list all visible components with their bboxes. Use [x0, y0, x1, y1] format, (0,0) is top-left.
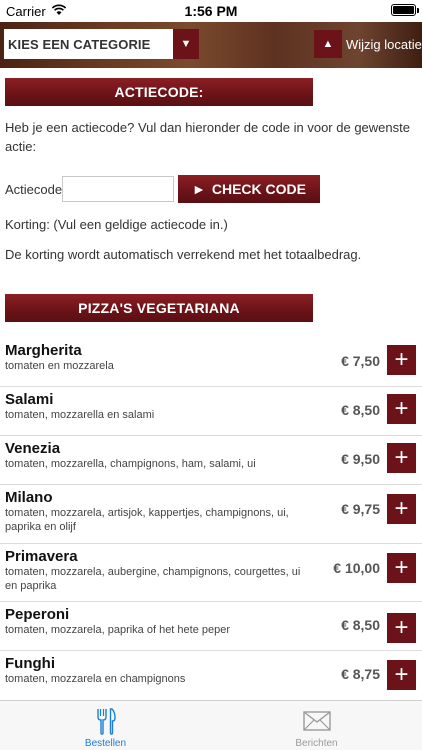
section-title: PIZZA'S VEGETARIANA — [78, 300, 240, 316]
envelope-icon — [302, 707, 331, 735]
item-price: € 8,50 — [341, 402, 380, 418]
category-select[interactable]: KIES EEN CATEGORIE ▼ — [4, 29, 199, 59]
header-bar: KIES EEN CATEGORIE ▼ ▲ Wijzig locatie — [0, 22, 422, 68]
item-name: Milano — [5, 489, 53, 506]
change-location-link[interactable]: Wijzig locatie — [346, 37, 422, 52]
chevron-down-icon[interactable]: ▼ — [173, 29, 199, 59]
status-right — [391, 4, 419, 16]
menu-item[interactable]: Venezia tomaten, mozzarella, champignons… — [0, 436, 422, 485]
item-description: tomaten, mozzarela, paprika of het hete … — [5, 624, 231, 636]
check-code-button[interactable]: ► CHECK CODE — [178, 175, 320, 203]
menu-item[interactable]: Funghi tomaten, mozzarela en champignons… — [0, 651, 422, 704]
discount-note: De korting wordt automatisch verrekend m… — [5, 247, 362, 262]
item-name: Venezia — [5, 440, 61, 457]
status-time: 1:56 PM — [184, 3, 238, 19]
menu-item[interactable]: Primavera tomaten, mozzarela, aubergine,… — [0, 544, 422, 602]
item-price: € 10,00 — [333, 560, 380, 576]
menu-list: Margherita tomaten en mozzarela € 7,50 +… — [0, 338, 422, 704]
item-price: € 9,75 — [341, 501, 380, 517]
item-price: € 8,50 — [341, 617, 380, 633]
item-price: € 7,50 — [341, 353, 380, 369]
add-to-cart-button[interactable]: + — [387, 660, 416, 690]
add-to-cart-button[interactable]: + — [387, 394, 416, 424]
item-description: tomaten, mozzarela, artisjok, kappertjes… — [5, 507, 289, 533]
add-to-cart-button[interactable]: + — [387, 553, 416, 583]
menu-item[interactable]: Margherita tomaten en mozzarela € 7,50 + — [0, 338, 422, 387]
add-to-cart-button[interactable]: + — [387, 613, 416, 643]
item-description: tomaten, mozzarella en salami — [5, 409, 155, 421]
item-price: € 8,75 — [341, 666, 380, 682]
battery-icon — [391, 4, 419, 16]
item-description: tomaten, mozzarela, aubergine, champigno… — [5, 566, 301, 592]
fork-knife-icon — [95, 707, 117, 735]
tab-bestellen-label: Bestellen — [84, 738, 127, 749]
item-price: € 9,50 — [341, 451, 380, 467]
tab-berichten-label: Berichten — [295, 738, 338, 749]
status-bar: Carrier 1:56 PM — [0, 0, 422, 22]
item-name: Peperoni — [5, 606, 70, 623]
tab-berichten[interactable]: Berichten — [211, 701, 422, 750]
promo-code-label: Actiecode — [5, 182, 63, 197]
promo-title-bar: ACTIECODE: — [5, 78, 313, 106]
promo-code-input[interactable] — [62, 176, 174, 202]
item-name: Primavera — [5, 548, 78, 565]
item-name: Salami — [5, 391, 54, 408]
promo-title: ACTIECODE: — [114, 84, 204, 100]
item-description: tomaten, mozzarella, champignons, ham, s… — [5, 458, 256, 470]
item-name: Margherita — [5, 342, 82, 359]
tab-bestellen[interactable]: Bestellen — [0, 701, 211, 750]
tab-bar: Bestellen Berichten — [0, 700, 422, 750]
promo-intro: Heb je een actiecode? Vul dan hieronder … — [5, 120, 410, 154]
item-name: Funghi — [5, 655, 55, 672]
category-select-label: KIES EEN CATEGORIE — [8, 36, 151, 52]
play-icon: ► — [192, 181, 206, 197]
add-to-cart-button[interactable]: + — [387, 345, 416, 375]
location-toggle-button[interactable]: ▲ — [314, 30, 342, 58]
add-to-cart-button[interactable]: + — [387, 443, 416, 473]
menu-item[interactable]: Salami tomaten, mozzarella en salami € 8… — [0, 387, 422, 436]
discount-text: Korting: (Vul een geldige actiecode in.) — [5, 217, 228, 232]
menu-item[interactable]: Peperoni tomaten, mozzarela, paprika of … — [0, 602, 422, 651]
menu-item[interactable]: Milano tomaten, mozzarela, artisjok, kap… — [0, 485, 422, 544]
check-code-label: CHECK CODE — [211, 181, 306, 197]
item-description: tomaten, mozzarela en champignons — [5, 673, 186, 685]
item-description: tomaten en mozzarela — [5, 360, 114, 372]
triangle-up-icon: ▲ — [322, 38, 334, 50]
add-to-cart-button[interactable]: + — [387, 494, 416, 524]
section-title-bar: PIZZA'S VEGETARIANA — [5, 294, 313, 322]
